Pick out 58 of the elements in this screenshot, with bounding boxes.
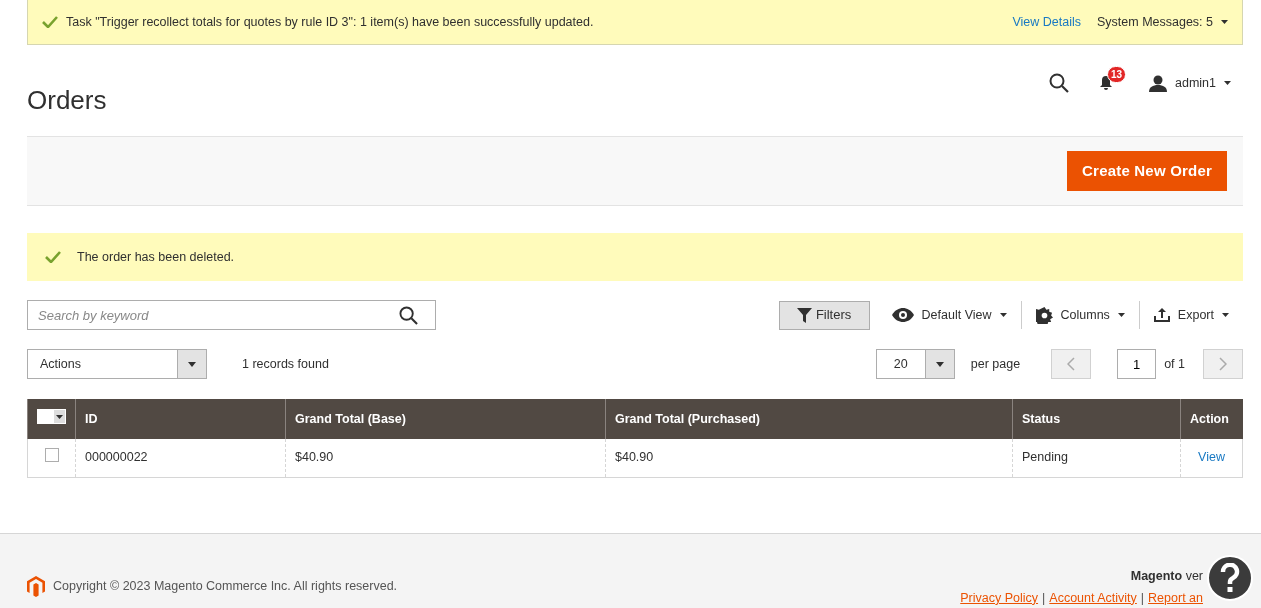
row-checkbox[interactable] [44,447,59,462]
caret-icon [999,313,1007,317]
column-header[interactable]: Grand Total (Purchased) [605,399,1013,439]
table-cell: $40.90 [605,439,1013,477]
system-messages-dropdown[interactable]: System Messages: 5 [1097,12,1228,32]
version-text: ver [1185,569,1203,583]
question-mark-icon [1220,563,1240,593]
filters-button[interactable]: Filters [778,300,870,330]
export-dropdown[interactable]: Export [1139,305,1243,325]
caret-icon [188,361,196,367]
actions-select[interactable]: Actions [27,349,207,379]
gear-icon [1035,306,1053,324]
brand-name: Magento [1130,569,1183,583]
link-separator: | [1042,589,1046,607]
link-separator: | [1140,589,1145,607]
message-text: The order has been deleted. [77,248,235,266]
column-header[interactable]: ID [75,399,286,439]
table-cell: Pending [1012,439,1181,477]
copyright-text: Copyright © 2023 Magento Commerce Inc. All rights reserved. [53,578,398,596]
view-details-link[interactable]: View Details [1012,12,1081,32]
select-all-dropdown[interactable] [37,409,66,425]
column-header[interactable]: Grand Total (Base) [285,399,606,439]
view-dropdown[interactable]: Default View [877,305,1021,325]
eye-icon [891,308,914,322]
create-order-button[interactable]: Create New Order [1067,151,1227,191]
system-message-text: Task "Trigger recollect totals for quotes by rule ID 3": 1 item(s) have been successfully updated. [66,13,595,31]
search-field[interactable]: Search by keyword [27,300,436,330]
caret-icon [935,361,944,367]
search-icon[interactable] [1049,73,1069,93]
check-icon [45,251,61,263]
chevron-right-icon [1219,357,1227,371]
magento-logo-icon [27,576,45,598]
search-icon[interactable] [399,305,418,325]
per-page-label: per page [970,355,1021,373]
view-link[interactable]: View [1198,450,1225,465]
user-menu[interactable]: admin1 [1149,73,1231,93]
filter-icon [796,307,812,323]
chevron-left-icon [1067,357,1076,371]
columns-dropdown[interactable]: Columns [1021,305,1139,325]
upload-icon [1153,308,1170,322]
caret-icon [1117,313,1125,317]
table-cell: $40.90 [285,439,606,477]
per-page-select[interactable]: 20 [875,349,955,379]
page-title: Orders [27,85,108,117]
column-header[interactable]: Status [1012,399,1181,439]
check-icon [42,16,58,28]
page-total-label: of 1 [1164,355,1185,373]
column-header[interactable]: Action [1180,399,1243,439]
notification-count: 13 [1107,65,1127,83]
caret-icon [1221,20,1228,24]
records-count: 1 records found [242,355,330,373]
caret-icon [1222,313,1229,317]
caret-icon [1224,81,1231,85]
user-icon [1149,74,1167,92]
caret-icon [56,414,63,419]
table-cell: 000000022 [75,439,286,477]
bell-icon[interactable] [1099,75,1113,92]
page-number-field[interactable]: 1 [1117,349,1157,379]
